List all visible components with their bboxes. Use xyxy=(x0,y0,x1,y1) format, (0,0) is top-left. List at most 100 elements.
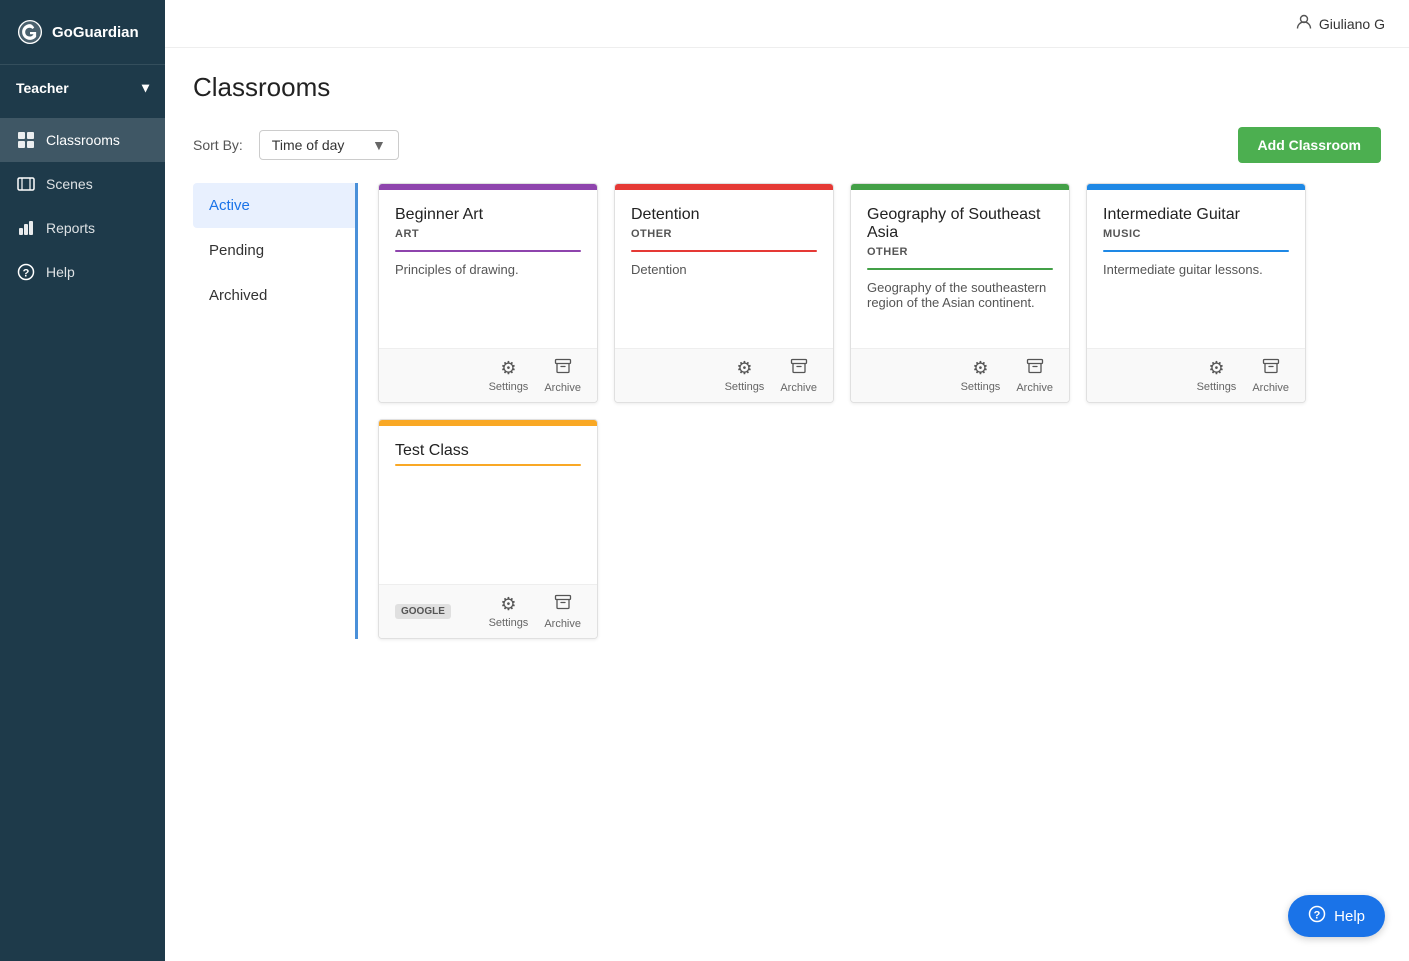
card-title: Beginner Art xyxy=(395,206,581,224)
card-archive-action[interactable]: Archive xyxy=(544,357,581,394)
card-footer: ⚙ Settings Archive xyxy=(1087,348,1305,402)
card-description: Geography of the southeastern region of … xyxy=(867,280,1053,332)
card-footer: GOOGLE ⚙ Settings Archive xyxy=(379,584,597,638)
google-badge: GOOGLE xyxy=(395,604,451,619)
sort-select[interactable]: Time of day ▼ xyxy=(259,130,399,160)
sidebar: GoGuardian Teacher ▾ Classrooms xyxy=(0,0,165,961)
page-title: Classrooms xyxy=(193,72,1381,103)
card-title: Geography of Southeast Asia xyxy=(867,206,1053,242)
sidebar-logo: GoGuardian xyxy=(0,0,165,65)
svg-text:?: ? xyxy=(23,268,30,280)
sidebar-item-label-reports: Reports xyxy=(46,220,95,236)
chevron-down-icon: ▾ xyxy=(142,79,149,96)
card-body: Intermediate Guitar Music Intermediate g… xyxy=(1087,190,1305,348)
settings-label: Settings xyxy=(489,617,529,629)
card-archive-action[interactable]: Archive xyxy=(544,593,581,630)
classrooms-layout: Active Pending Archived Beginner Art Art… xyxy=(193,183,1381,639)
archive-label: Archive xyxy=(780,382,817,394)
card-description: Detention xyxy=(631,262,817,332)
bar-chart-icon xyxy=(16,218,36,238)
classroom-card[interactable]: Test Class GOOGLE ⚙ Settings xyxy=(378,419,598,639)
card-title: Detention xyxy=(631,206,817,224)
archive-label: Archive xyxy=(1252,382,1289,394)
card-settings-action[interactable]: ⚙ Settings xyxy=(489,594,529,629)
settings-label: Settings xyxy=(489,381,529,393)
classroom-card[interactable]: Geography of Southeast Asia Other Geogra… xyxy=(850,183,1070,403)
main-content: Giuliano G Classrooms Sort By: Time of d… xyxy=(165,0,1409,961)
sidebar-item-label-scenes: Scenes xyxy=(46,176,93,192)
card-footer: ⚙ Settings Archive xyxy=(851,348,1069,402)
settings-label: Settings xyxy=(961,381,1001,393)
card-description: Principles of drawing. xyxy=(395,262,581,332)
grid-icon xyxy=(16,130,36,150)
teacher-role[interactable]: Teacher ▾ xyxy=(0,65,165,110)
add-classroom-button[interactable]: Add Classroom xyxy=(1238,127,1381,163)
sort-value: Time of day xyxy=(272,137,345,153)
sort-label: Sort By: xyxy=(193,137,243,153)
card-archive-action[interactable]: Archive xyxy=(780,357,817,394)
sidebar-item-classrooms[interactable]: Classrooms xyxy=(0,118,165,162)
card-body: Geography of Southeast Asia Other Geogra… xyxy=(851,190,1069,348)
classroom-card[interactable]: Intermediate Guitar Music Intermediate g… xyxy=(1086,183,1306,403)
card-archive-action[interactable]: Archive xyxy=(1016,357,1053,394)
cards-area: Beginner Art Art Principles of drawing. … xyxy=(358,183,1381,639)
archive-icon xyxy=(1026,357,1044,380)
card-divider xyxy=(631,250,817,252)
film-icon xyxy=(16,174,36,194)
user-icon xyxy=(1295,13,1313,34)
brand-name: GoGuardian xyxy=(52,24,139,41)
sidebar-item-scenes[interactable]: Scenes xyxy=(0,162,165,206)
archive-icon xyxy=(554,593,572,616)
card-divider xyxy=(1103,250,1289,252)
settings-icon: ⚙ xyxy=(500,358,516,379)
sidebar-item-label-help: Help xyxy=(46,264,75,280)
card-divider xyxy=(867,268,1053,270)
archive-label: Archive xyxy=(544,618,581,630)
card-body: Test Class xyxy=(379,426,597,584)
card-divider xyxy=(395,464,581,466)
svg-text:?: ? xyxy=(1314,910,1321,922)
classroom-card[interactable]: Detention Other Detention ⚙ Settings xyxy=(614,183,834,403)
card-footer: ⚙ Settings Archive xyxy=(615,348,833,402)
card-settings-action[interactable]: ⚙ Settings xyxy=(725,358,765,393)
card-subject: Other xyxy=(631,228,817,240)
sidebar-item-help[interactable]: ? Help xyxy=(0,250,165,294)
card-subject: Music xyxy=(1103,228,1289,240)
card-body: Detention Other Detention xyxy=(615,190,833,348)
settings-icon: ⚙ xyxy=(1208,358,1224,379)
archive-icon xyxy=(1262,357,1280,380)
card-title: Intermediate Guitar xyxy=(1103,206,1289,224)
left-nav-item-pending[interactable]: Pending xyxy=(193,228,355,273)
card-divider xyxy=(395,250,581,252)
card-subject: Other xyxy=(867,246,1053,258)
settings-icon: ⚙ xyxy=(736,358,752,379)
card-settings-action[interactable]: ⚙ Settings xyxy=(489,358,529,393)
settings-icon: ⚙ xyxy=(972,358,988,379)
sidebar-item-reports[interactable]: Reports xyxy=(0,206,165,250)
sidebar-nav: Classrooms Scenes Reports xyxy=(0,110,165,961)
settings-label: Settings xyxy=(725,381,765,393)
archive-icon xyxy=(790,357,808,380)
classroom-card[interactable]: Beginner Art Art Principles of drawing. … xyxy=(378,183,598,403)
card-description: Intermediate guitar lessons. xyxy=(1103,262,1289,332)
user-info: Giuliano G xyxy=(1295,13,1385,34)
left-nav-item-active[interactable]: Active xyxy=(193,183,355,228)
archive-label: Archive xyxy=(1016,382,1053,394)
username: Giuliano G xyxy=(1319,16,1385,32)
card-title: Test Class xyxy=(395,442,581,460)
left-nav-item-archived[interactable]: Archived xyxy=(193,273,355,318)
chevron-down-icon: ▼ xyxy=(372,137,386,153)
card-footer: ⚙ Settings Archive xyxy=(379,348,597,402)
filter-row: Sort By: Time of day ▼ Add Classroom xyxy=(193,127,1381,163)
card-subject: Art xyxy=(395,228,581,240)
card-settings-action[interactable]: ⚙ Settings xyxy=(1197,358,1237,393)
goguardian-logo-icon xyxy=(16,18,44,46)
archive-label: Archive xyxy=(544,382,581,394)
card-archive-action[interactable]: Archive xyxy=(1252,357,1289,394)
card-description xyxy=(395,476,581,568)
card-settings-action[interactable]: ⚙ Settings xyxy=(961,358,1001,393)
help-fab-label: Help xyxy=(1334,908,1365,925)
help-fab-icon: ? xyxy=(1308,905,1326,927)
help-fab[interactable]: ? Help xyxy=(1288,895,1385,937)
topbar: Giuliano G xyxy=(165,0,1409,48)
